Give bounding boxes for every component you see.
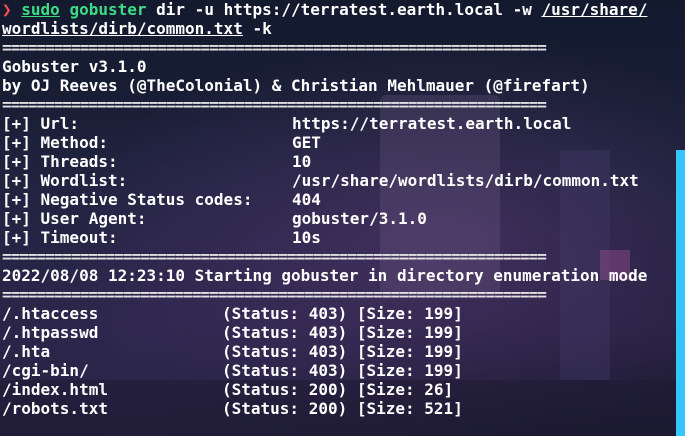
config-key: [+] Method: [2, 133, 108, 152]
command-args: dir -u https://terratest.earth.local -w [146, 0, 542, 19]
config-key: [+] Threads: [2, 152, 118, 171]
config-row: [+] Timeout: 10s [2, 228, 683, 247]
result-path: /cgi-bin/ [2, 361, 89, 380]
separator: ========================================… [2, 38, 547, 57]
config-key: [+] Url: [2, 114, 80, 133]
config-value: 404 [292, 190, 321, 209]
result-row: /.htpasswd (Status: 403) [Size: 199] [2, 323, 683, 342]
command-line-wrap: wordlists/dirb/common.txt -k [2, 19, 683, 38]
result-status: (Status: 200) [Size: 26] [222, 380, 454, 399]
config-row: [+] Url: https://terratest.earth.local [2, 114, 683, 133]
result-row: /robots.txt (Status: 200) [Size: 521] [2, 399, 683, 418]
config-key: [+] Timeout: [2, 228, 118, 247]
config-key: [+] Negative Status codes: [2, 190, 253, 209]
command-wordlist-path-2: wordlists/dirb/common.txt [2, 19, 243, 38]
result-path: /.htpasswd [2, 323, 99, 342]
result-path: /index.html [2, 380, 108, 399]
result-row: /.hta (Status: 403) [Size: 199] [2, 342, 683, 361]
config-row: [+] User Agent: gobuster/3.1.0 [2, 209, 683, 228]
separator: ========================================… [2, 247, 547, 266]
command-line: ❯ sudo gobuster dir -u https://terratest… [2, 0, 683, 19]
result-status: (Status: 403) [Size: 199] [222, 323, 463, 342]
separator: ========================================… [2, 285, 547, 304]
prompt-icon: ❯ [2, 0, 12, 19]
terminal-output[interactable]: ❯ sudo gobuster dir -u https://terratest… [2, 0, 683, 418]
config-row: [+] Threads: 10 [2, 152, 683, 171]
config-key: [+] Wordlist: [2, 171, 128, 190]
result-status: (Status: 403) [Size: 199] [222, 304, 463, 323]
config-value: 10s [292, 228, 321, 247]
result-row: /index.html (Status: 200) [Size: 26] [2, 380, 683, 399]
result-path: /robots.txt [2, 399, 108, 418]
result-path: /.htaccess [2, 304, 99, 323]
command-program: gobuster [69, 0, 147, 19]
config-row: [+] Negative Status codes: 404 [2, 190, 683, 209]
config-value: gobuster/3.1.0 [292, 209, 427, 228]
result-status: (Status: 200) [Size: 521] [222, 399, 463, 418]
command-wordlist-path-1: /usr/share/ [541, 0, 648, 19]
result-row: /cgi-bin/ (Status: 403) [Size: 199] [2, 361, 683, 380]
config-key: [+] User Agent: [2, 209, 147, 228]
start-message: 2022/08/08 12:23:10 Starting gobuster in… [2, 266, 648, 285]
config-value: GET [292, 133, 321, 152]
result-row: /.htaccess (Status: 403) [Size: 199] [2, 304, 683, 323]
result-status: (Status: 403) [Size: 199] [222, 361, 463, 380]
config-value: https://terratest.earth.local [292, 114, 572, 133]
config-value: /usr/share/wordlists/dirb/common.txt [292, 171, 639, 190]
config-row: [+] Method: GET [2, 133, 683, 152]
separator: ========================================… [2, 95, 547, 114]
result-status: (Status: 403) [Size: 199] [222, 342, 463, 361]
banner-version: Gobuster v3.1.0 [2, 57, 147, 76]
result-path: /.hta [2, 342, 51, 361]
config-row: [+] Wordlist: /usr/share/wordlists/dirb/c… [2, 171, 683, 190]
command-flag: -k [242, 19, 272, 38]
command-sudo: sudo [21, 0, 60, 19]
config-value: 10 [292, 152, 312, 171]
banner-authors: by OJ Reeves (@TheColonial) & Christian … [2, 76, 590, 95]
